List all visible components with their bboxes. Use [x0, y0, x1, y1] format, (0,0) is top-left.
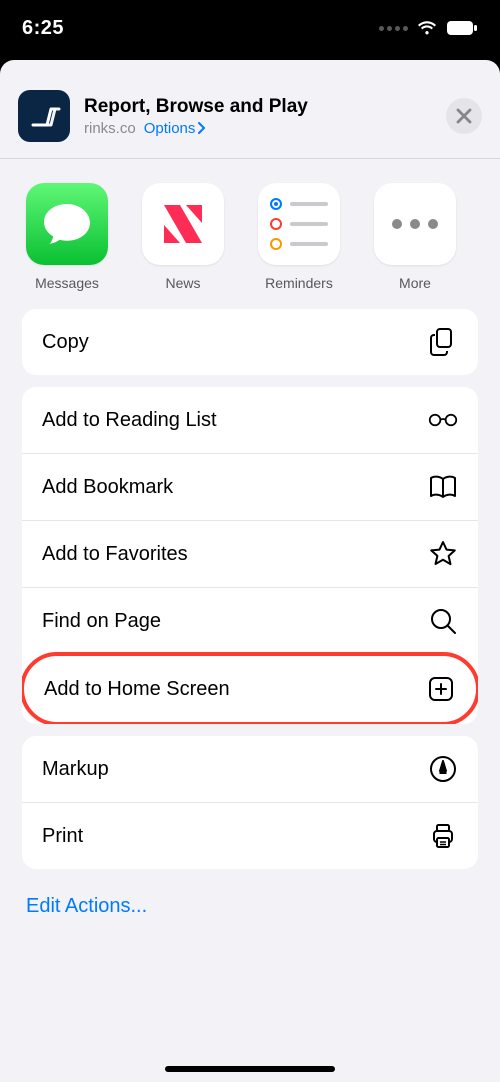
status-indicators	[379, 20, 478, 36]
action-label: Find on Page	[42, 610, 161, 633]
highlight-ring: Add to Home Screen	[22, 652, 478, 724]
markup-icon	[428, 754, 458, 784]
star-icon	[428, 539, 458, 569]
action-label: Markup	[42, 758, 109, 781]
options-label: Options	[144, 120, 196, 137]
action-find[interactable]: Find on Page	[22, 587, 478, 654]
share-target-reminders[interactable]: Reminders	[254, 183, 344, 291]
site-icon	[18, 90, 70, 142]
status-time: 6:25	[22, 17, 64, 40]
share-sheet: Report, Browse and Play rinks.co Options	[0, 60, 500, 1082]
close-icon	[456, 108, 472, 124]
action-home-screen[interactable]: Add to Home Screen	[24, 656, 476, 722]
search-icon	[428, 606, 458, 636]
copy-icon	[428, 327, 458, 357]
add-home-icon	[426, 674, 456, 704]
share-targets-row: Messages News	[0, 159, 500, 309]
options-button[interactable]: Options	[144, 120, 207, 137]
action-markup[interactable]: Markup	[22, 736, 478, 802]
action-reading-list[interactable]: Add to Reading List	[22, 387, 478, 453]
share-target-label: News	[165, 275, 200, 291]
action-bookmark[interactable]: Add Bookmark	[22, 453, 478, 520]
glasses-icon	[428, 405, 458, 435]
share-header: Report, Browse and Play rinks.co Options	[0, 68, 500, 159]
messages-icon	[26, 183, 108, 265]
action-label: Copy	[42, 331, 89, 354]
reminders-icon	[258, 183, 340, 265]
action-label: Print	[42, 825, 83, 848]
close-button[interactable]	[446, 98, 482, 134]
action-favorites[interactable]: Add to Favorites	[22, 520, 478, 587]
action-print[interactable]: Print	[22, 802, 478, 869]
action-label: Add to Reading List	[42, 409, 217, 432]
wifi-icon	[416, 20, 438, 36]
status-bar: 6:25	[0, 0, 500, 56]
share-target-messages[interactable]: Messages	[22, 183, 112, 291]
share-target-label: Messages	[35, 275, 99, 291]
home-indicator[interactable]	[165, 1066, 335, 1072]
news-icon	[142, 183, 224, 265]
book-icon	[428, 472, 458, 502]
action-label: Add to Home Screen	[44, 678, 230, 701]
more-icon	[374, 183, 456, 265]
share-target-label: Reminders	[265, 275, 333, 291]
page-title: Report, Browse and Play	[84, 95, 446, 119]
signal-dots-icon	[379, 26, 408, 31]
share-target-more[interactable]: More	[370, 183, 460, 291]
chevron-right-icon	[198, 122, 206, 134]
action-copy[interactable]: Copy	[22, 309, 478, 375]
action-label: Add Bookmark	[42, 476, 173, 499]
share-target-label: More	[399, 275, 431, 291]
share-target-news[interactable]: News	[138, 183, 228, 291]
print-icon	[428, 821, 458, 851]
edit-actions-button[interactable]: Edit Actions...	[26, 895, 147, 917]
page-domain: rinks.co	[84, 120, 136, 137]
battery-icon	[446, 20, 478, 36]
action-label: Add to Favorites	[42, 543, 188, 566]
